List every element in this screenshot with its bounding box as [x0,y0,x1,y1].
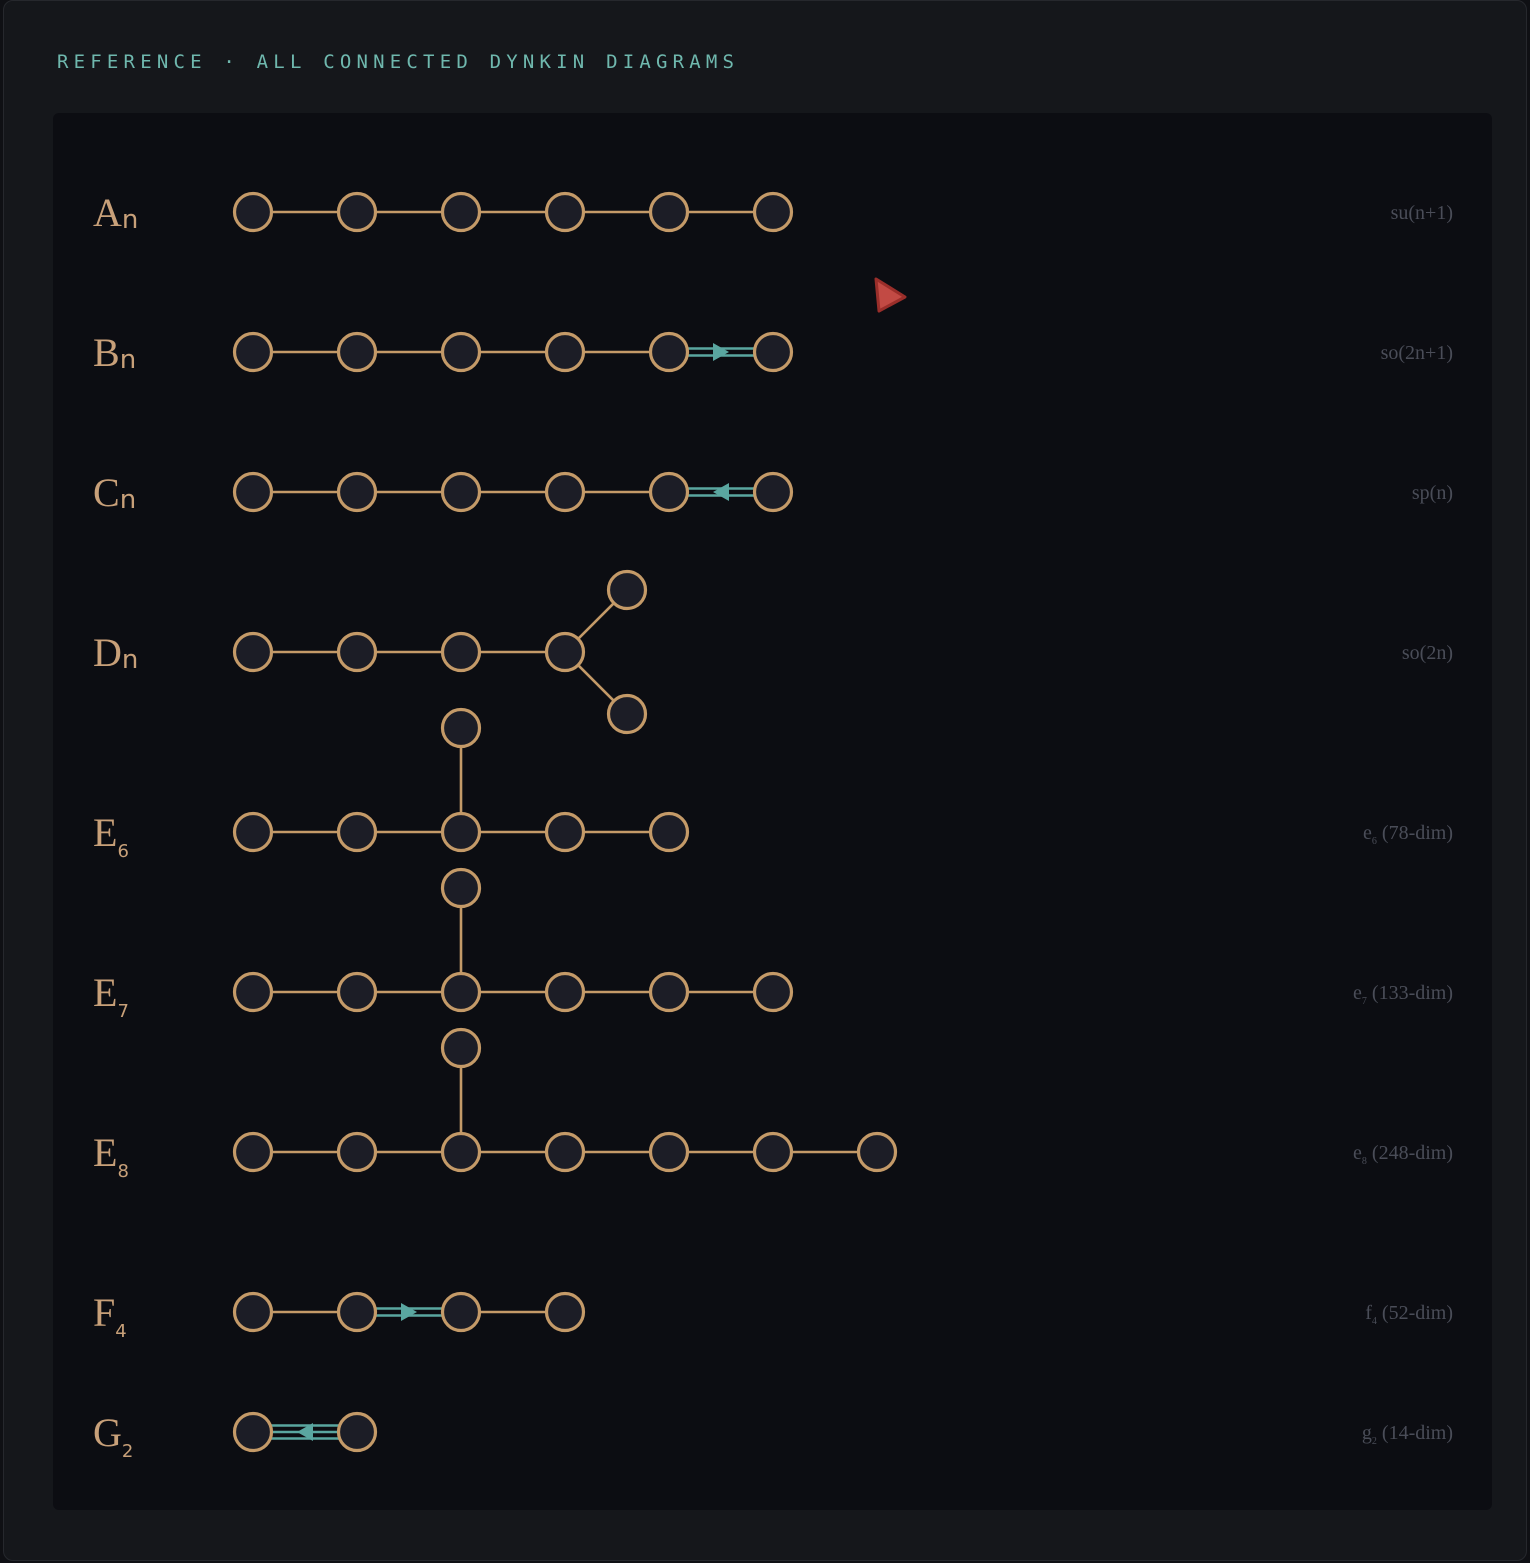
dynkin-node [544,631,586,673]
dynkin-node [232,971,274,1013]
algebra-name: sp(n) [1412,482,1453,504]
dynkin-node [544,1131,586,1173]
dynkin-node [336,1411,378,1453]
arrow-right-icon [401,1303,417,1321]
dynkin-row-c: Cn sp(n) [93,470,1453,515]
dynkin-row-b: Bn so(2n+1) [93,330,1453,375]
multiple-bond [687,343,755,361]
dynkin-node [648,471,690,513]
family-label: Bn [93,330,136,375]
dynkin-node [440,1027,482,1069]
dynkin-node [440,811,482,853]
dynkin-node [440,867,482,909]
family-label: Dn [93,630,138,675]
dynkin-node [232,811,274,853]
dynkin-node [752,971,794,1013]
dynkin-node [232,631,274,673]
algebra-name: e8 (248-dim) [1353,1142,1453,1167]
dynkin-node [336,971,378,1013]
family-label: Cn [93,470,136,515]
algebra-name: so(2n+1) [1381,342,1453,364]
family-label: E8 [93,1130,129,1182]
dynkin-node [336,631,378,673]
dynkin-node [752,1131,794,1173]
dynkin-row-e8: E8 e8 (248-dim) [93,1027,1453,1182]
dynkin-node [440,971,482,1013]
dynkin-node [440,1291,482,1333]
dynkin-node [440,191,482,233]
dynkin-node [232,471,274,513]
dynkin-node [856,1131,898,1173]
dynkin-node [440,1131,482,1173]
dynkin-node [648,971,690,1013]
dynkin-row-f4: F4 f4 (52-dim) [93,1290,1453,1342]
family-label: G2 [93,1410,133,1462]
algebra-name: e6 (78-dim) [1363,822,1453,847]
dynkin-node [232,1411,274,1453]
multiple-bond [271,1423,339,1441]
dynkin-node [440,707,482,749]
family-label: E6 [93,810,129,862]
dynkin-node [336,191,378,233]
dynkin-node [232,191,274,233]
multiple-bond [687,483,755,501]
dynkin-node [544,1291,586,1333]
dynkin-row-e7: E7 e7 (133-dim) [93,867,1453,1022]
arrow-left-icon [713,483,729,501]
dynkin-node [440,331,482,373]
dynkin-node [232,331,274,373]
dynkin-node [440,471,482,513]
algebra-name: e7 (133-dim) [1353,982,1453,1007]
dynkin-node [544,811,586,853]
dynkin-node [606,693,648,735]
family-label: E7 [93,970,129,1022]
dynkin-node [648,191,690,233]
dynkin-node [440,631,482,673]
dynkin-row-d: Dn so(2n) [93,569,1453,735]
dynkin-node [752,191,794,233]
algebra-name: so(2n) [1402,642,1453,664]
dynkin-node [752,471,794,513]
dynkin-node [544,971,586,1013]
dynkin-row-g2: G2 g2 (14-dim) [93,1410,1453,1462]
dynkin-row-a: An su(n+1) [93,190,1453,235]
dynkin-node [336,1291,378,1333]
dynkin-node [232,1291,274,1333]
dynkin-node [544,191,586,233]
family-label: F4 [93,1290,127,1342]
dynkin-row-e6: E6 e6 (78-dim) [93,707,1453,862]
bond-edge [577,664,615,702]
dynkin-node [544,331,586,373]
dynkin-node [752,331,794,373]
multiple-bond [375,1303,443,1321]
dynkin-node [336,1131,378,1173]
dynkin-node [648,331,690,373]
cursor-pointer-icon [874,277,907,313]
bond-edge [577,602,615,640]
dynkin-node [336,471,378,513]
dynkin-node [336,811,378,853]
dynkin-diagram-canvas: An su(n+1) Bn so(2n+1) Cn sp(n) Dn so(2n) E6 e6 (… [93,190,1453,1462]
dynkin-node [648,1131,690,1173]
dynkin-node [232,1131,274,1173]
dynkin-node [544,471,586,513]
dynkin-node [648,811,690,853]
dynkin-node [606,569,648,611]
algebra-name: g2 (14-dim) [1362,1422,1453,1447]
dynkin-node [336,331,378,373]
arrow-right-icon [713,343,729,361]
algebra-name: f4 (52-dim) [1365,1302,1453,1327]
family-label: An [93,190,138,235]
algebra-name: su(n+1) [1391,202,1453,224]
